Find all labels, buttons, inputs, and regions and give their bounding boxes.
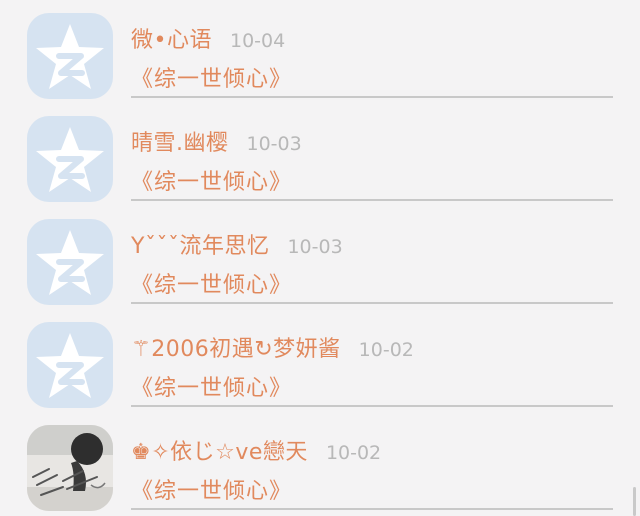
message-date: 10-02 — [325, 442, 382, 464]
list-item[interactable]: 微•心语 10-04 《综一世倾心》 — [0, 0, 640, 103]
list-item[interactable]: ♚✧依じ☆ve戀天 10-02 《综一世倾心》 — [0, 412, 640, 515]
username[interactable]: ♚✧依じ☆ve戀天 — [131, 434, 308, 466]
qq-star-icon — [36, 230, 104, 295]
message-date: 10-03 — [287, 236, 343, 258]
qq-star-icon — [36, 333, 104, 398]
message-date: 10-04 — [229, 30, 286, 52]
avatar[interactable] — [27, 219, 113, 305]
username[interactable]: Yˇˇˇ流年思忆 — [131, 228, 269, 260]
username[interactable]: 微•心语 — [131, 22, 212, 54]
avatar[interactable] — [27, 116, 113, 202]
list-item[interactable]: 晴雪.幽樱 10-03 《综一世倾心》 — [0, 103, 640, 206]
message-preview: 《综一世倾心》 — [131, 376, 293, 401]
list-item[interactable]: Yˇˇˇ流年思忆 10-03 《综一世倾心》 — [0, 206, 640, 309]
message-date: 10-03 — [246, 133, 302, 155]
message-preview: 《综一世倾心》 — [131, 67, 293, 92]
message-date: 10-02 — [358, 339, 414, 361]
message-preview: 《综一世倾心》 — [131, 170, 293, 195]
avatar[interactable] — [27, 322, 113, 408]
scrollbar[interactable] — [633, 487, 636, 516]
photo-avatar — [27, 425, 113, 511]
username[interactable]: ⚚2006初遇↻梦妍酱 — [131, 331, 341, 363]
divider — [131, 199, 613, 201]
message-list: 微•心语 10-04 《综一世倾心》 晴雪.幽樱 10-03 《综一世倾心》 Y — [0, 0, 640, 516]
avatar[interactable] — [27, 13, 113, 99]
qq-star-icon — [36, 127, 104, 192]
avatar[interactable] — [27, 425, 113, 511]
divider — [131, 96, 613, 98]
message-preview: 《综一世倾心》 — [131, 273, 293, 298]
username[interactable]: 晴雪.幽樱 — [131, 125, 229, 157]
divider — [131, 508, 613, 510]
divider — [131, 405, 613, 407]
list-item[interactable]: ⚚2006初遇↻梦妍酱 10-02 《综一世倾心》 — [0, 309, 640, 412]
qq-star-icon — [36, 24, 104, 89]
divider — [131, 302, 613, 304]
message-preview: 《综一世倾心》 — [131, 479, 293, 504]
